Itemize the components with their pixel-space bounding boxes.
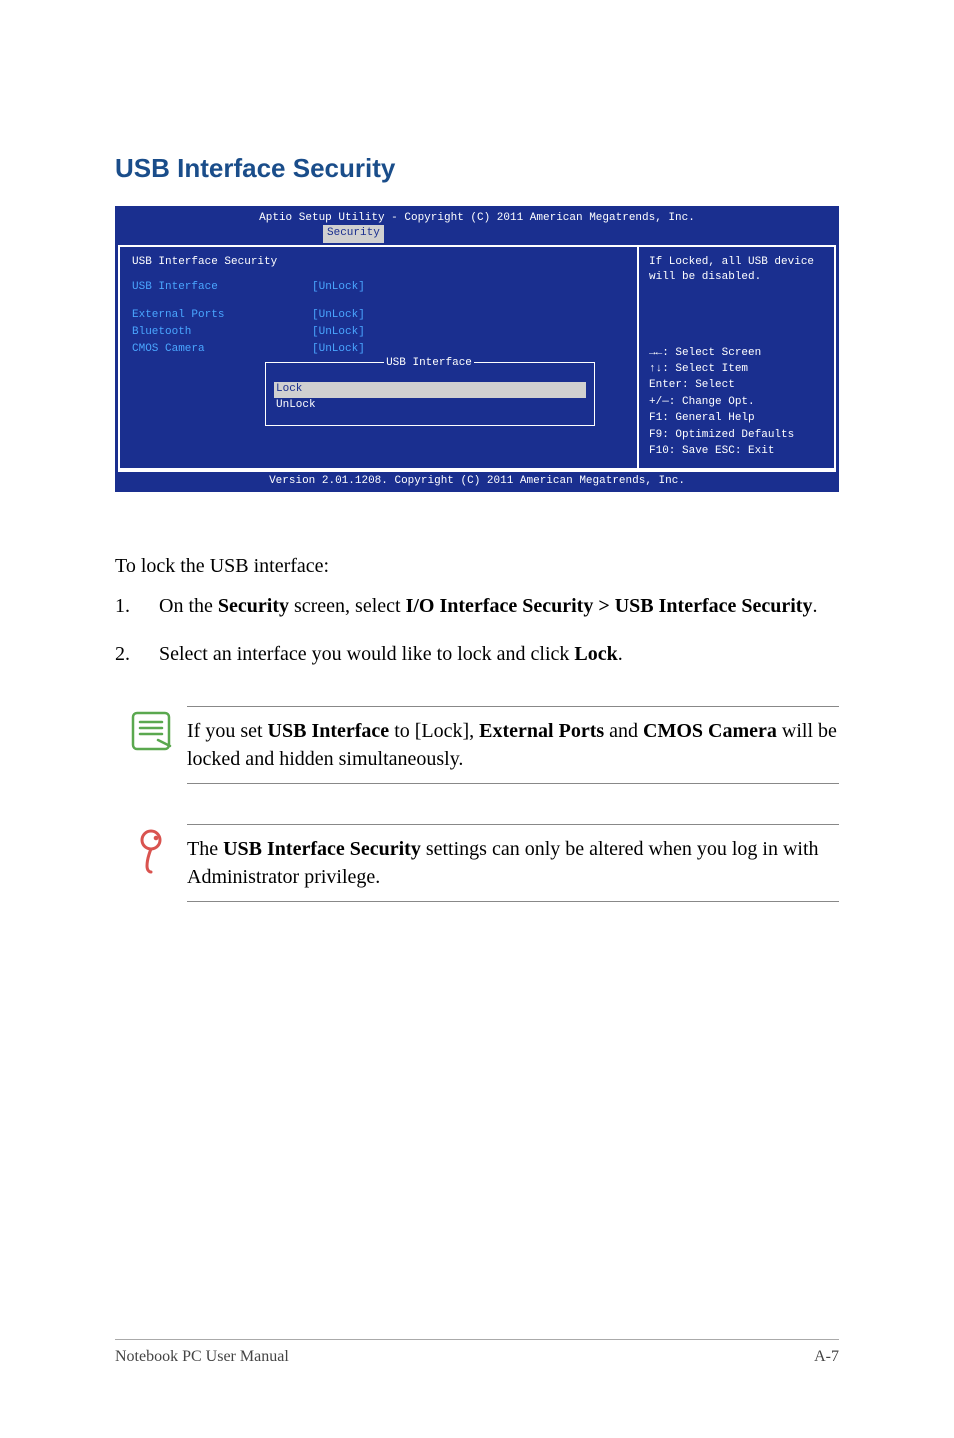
bios-key-hint: Enter: Select	[649, 378, 824, 393]
bios-item-value: [UnLock]	[312, 325, 365, 340]
bios-item-label: Bluetooth	[132, 325, 312, 340]
bios-key-hint: +/—: Change Opt.	[649, 395, 824, 410]
page-footer: Notebook PC User Manual A-7	[115, 1339, 839, 1368]
bios-help-panel: If Locked, all USB device will be disabl…	[638, 245, 836, 471]
note-bold: External Ports	[479, 720, 604, 742]
step-bold: I/O Interface Security > USB Interface S…	[406, 595, 813, 617]
step-number: 2.	[115, 640, 159, 668]
note-text: to [Lock],	[389, 720, 479, 742]
note-box-1: If you set USB Interface to [Lock], Exte…	[115, 706, 839, 784]
step-text: .	[618, 643, 623, 665]
important-icon	[133, 828, 169, 876]
note-content: If you set USB Interface to [Lock], Exte…	[187, 706, 839, 784]
bios-screenshot: Aptio Setup Utility - Copyright (C) 2011…	[115, 206, 839, 491]
bios-key-hint: →←: Select Screen	[649, 346, 824, 361]
step-text: Select an interface you would like to lo…	[159, 643, 574, 665]
footer-left: Notebook PC User Manual	[115, 1346, 289, 1368]
note-icon	[130, 710, 172, 752]
footer-right: A-7	[814, 1346, 839, 1368]
bios-item-label: External Ports	[132, 308, 312, 323]
bios-key-hint: F10: Save ESC: Exit	[649, 444, 824, 459]
note-bold: USB Interface	[268, 720, 390, 742]
intro-text: To lock the USB interface:	[115, 552, 839, 580]
bios-item-label: CMOS Camera	[132, 342, 312, 357]
bios-dialog-title: USB Interface	[384, 356, 474, 371]
step-bold: Security	[218, 595, 289, 617]
bios-dialog-option-unlock: UnLock	[274, 398, 586, 413]
step-number: 1.	[115, 592, 159, 620]
bios-screen-title: USB Interface Security	[132, 255, 625, 270]
bios-dialog-option-lock: Lock	[274, 382, 586, 397]
bios-item-value: [UnLock]	[312, 308, 365, 323]
bios-main-panel: USB Interface Security USB Interface [Un…	[118, 245, 638, 471]
bios-popup-dialog: USB Interface Lock UnLock	[265, 362, 595, 426]
step-text: .	[812, 595, 817, 617]
bios-key-hint: F9: Optimized Defaults	[649, 428, 824, 443]
note-text: If you set	[187, 720, 268, 742]
note-bold: USB Interface Security	[223, 838, 421, 860]
step-text: screen, select	[289, 595, 406, 617]
bios-key-hint: ↑↓: Select Item	[649, 362, 824, 377]
bios-key-hint: F1: General Help	[649, 411, 824, 426]
bios-key-hints: →←: Select Screen ↑↓: Select Item Enter:…	[649, 346, 824, 460]
bios-item-value: [UnLock]	[312, 342, 365, 357]
bios-item-label: USB Interface	[132, 280, 312, 295]
note-bold: CMOS Camera	[643, 720, 777, 742]
bios-tab-security: Security	[323, 225, 384, 242]
note-content: The USB Interface Security settings can …	[187, 824, 839, 902]
bios-help-text: If Locked, all USB device will be disabl…	[649, 255, 824, 286]
bios-title-text: Aptio Setup Utility - Copyright (C) 2011…	[259, 212, 695, 224]
step-text: On the	[159, 595, 218, 617]
note-text: and	[604, 720, 643, 742]
step-1: 1. On the Security screen, select I/O In…	[115, 592, 839, 620]
bios-item-value: [UnLock]	[312, 280, 365, 295]
step-bold: Lock	[574, 643, 617, 665]
section-heading: USB Interface Security	[115, 150, 839, 186]
note-text: The	[187, 838, 223, 860]
step-2: 2. Select an interface you would like to…	[115, 640, 839, 668]
bios-title: Aptio Setup Utility - Copyright (C) 2011…	[118, 209, 836, 228]
bios-footer: Version 2.01.1208. Copyright (C) 2011 Am…	[118, 470, 836, 491]
note-box-2: The USB Interface Security settings can …	[115, 824, 839, 902]
